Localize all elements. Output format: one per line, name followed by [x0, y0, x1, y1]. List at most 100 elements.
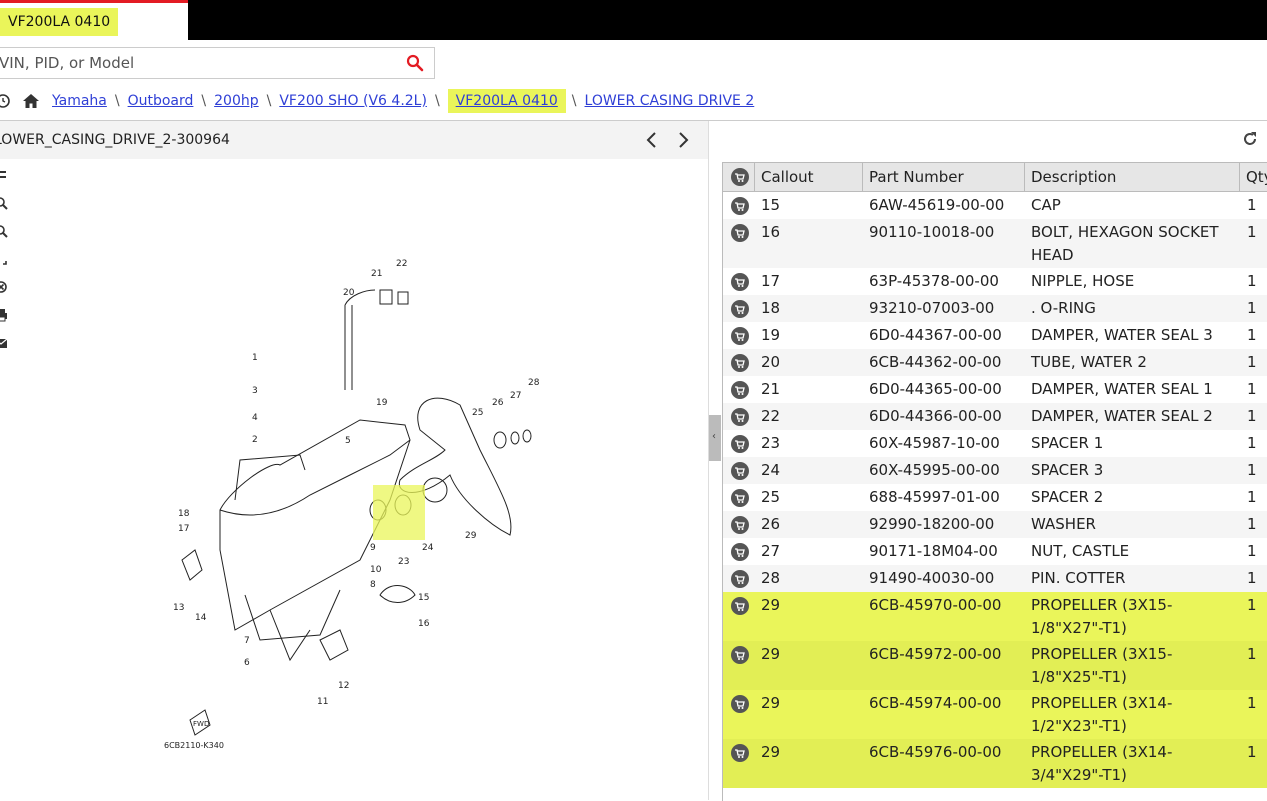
table-row[interactable]: 29 6CB-45970-00-00 PROPELLER (3X15-1/8"X27…: [723, 592, 1267, 641]
breadcrumb-model[interactable]: VF200LA 0410: [456, 93, 558, 109]
cart-icon[interactable]: [731, 516, 749, 534]
callout-4[interactable]: 4: [252, 413, 258, 423]
cart-icon[interactable]: [731, 462, 749, 480]
print-icon[interactable]: [0, 308, 8, 322]
search-input[interactable]: [0, 48, 394, 78]
callout-29[interactable]: 29: [465, 531, 477, 541]
cart-icon[interactable]: [731, 597, 749, 615]
parts-diagram[interactable]: 1 2 3 4 5 6 7 8 9 10 11 12 13 14 15 16 1…: [160, 250, 580, 760]
callout-24[interactable]: 24: [422, 543, 434, 553]
email-icon[interactable]: [0, 336, 8, 350]
header-description[interactable]: Description: [1025, 163, 1240, 191]
callout-21[interactable]: 21: [371, 269, 382, 279]
reset-icon[interactable]: [0, 280, 8, 294]
table-row[interactable]: 22 6D0-44366-00-00 DAMPER, WATER SEAL 2 1: [723, 403, 1267, 430]
callout-8[interactable]: 8: [370, 580, 376, 590]
cell-part-number: 6CB-45972-00-00: [869, 645, 1002, 663]
breadcrumb-outboard[interactable]: Outboard: [128, 93, 194, 109]
cart-icon[interactable]: [731, 224, 749, 242]
cart-icon[interactable]: [731, 543, 749, 561]
search-icon[interactable]: [406, 54, 424, 72]
menu-icon[interactable]: [0, 168, 8, 182]
home-icon[interactable]: [22, 93, 40, 109]
cell-description: WASHER: [1031, 515, 1096, 533]
breadcrumb-lower-casing[interactable]: LOWER CASING DRIVE 2: [585, 93, 755, 109]
callout-25[interactable]: 25: [472, 408, 483, 418]
cart-icon[interactable]: [731, 646, 749, 664]
zoom-out-icon[interactable]: [0, 224, 8, 238]
callout-3[interactable]: 3: [252, 386, 258, 396]
callout-18[interactable]: 18: [178, 509, 190, 519]
cell-callout: 24: [761, 461, 781, 479]
callout-27[interactable]: 27: [510, 391, 521, 401]
table-row[interactable]: 29 6CB-45972-00-00 PROPELLER (3X15-1/8"X25…: [723, 641, 1267, 690]
table-row[interactable]: 28 91490-40030-00 PIN. COTTER 1: [723, 565, 1267, 592]
table-row[interactable]: 23 60X-45987-10-00 SPACER 1 1: [723, 430, 1267, 457]
cart-icon[interactable]: [731, 300, 749, 318]
zoom-in-icon[interactable]: [0, 196, 8, 210]
cart-icon[interactable]: [731, 381, 749, 399]
callout-10[interactable]: 10: [370, 565, 382, 575]
callout-2[interactable]: 2: [252, 435, 258, 445]
callout-14[interactable]: 14: [195, 613, 207, 623]
table-row[interactable]: 17 63P-45378-00-00 NIPPLE, HOSE 1: [723, 268, 1267, 295]
cell-description: PROPELLER (3X15-1/8"X27"-T1): [1031, 596, 1173, 637]
callout-26[interactable]: 26: [492, 398, 504, 408]
breadcrumb-yamaha[interactable]: Yamaha: [52, 93, 107, 109]
header-callout[interactable]: Callout: [755, 163, 863, 191]
cart-icon[interactable]: [731, 570, 749, 588]
header-qty[interactable]: Qty: [1240, 163, 1267, 191]
callout-13[interactable]: 13: [173, 603, 184, 613]
table-row[interactable]: 25 688-45997-01-00 SPACER 2 1: [723, 484, 1267, 511]
cell-description: DAMPER, WATER SEAL 3: [1031, 326, 1213, 344]
fit-icon[interactable]: [0, 252, 8, 266]
table-row[interactable]: 19 6D0-44367-00-00 DAMPER, WATER SEAL 3 1: [723, 322, 1267, 349]
cart-icon[interactable]: [731, 408, 749, 426]
table-row[interactable]: 29 6CB-45976-00-00 PROPELLER (3X14-3/4"X29…: [723, 739, 1267, 788]
table-row[interactable]: 18 93210-07003-00 . O-RING 1: [723, 295, 1267, 322]
chevron-right-icon[interactable]: [674, 130, 692, 150]
cart-icon[interactable]: [731, 744, 749, 762]
cart-icon[interactable]: [731, 273, 749, 291]
callout-17[interactable]: 17: [178, 524, 189, 534]
cart-icon[interactable]: [731, 435, 749, 453]
callout-16[interactable]: 16: [418, 619, 430, 629]
table-row[interactable]: 26 92990-18200-00 WASHER 1: [723, 511, 1267, 538]
table-row[interactable]: 20 6CB-44362-00-00 TUBE, WATER 2 1: [723, 349, 1267, 376]
callout-1[interactable]: 1: [252, 353, 258, 363]
breadcrumb-200hp[interactable]: 200hp: [214, 93, 258, 109]
callout-7[interactable]: 7: [244, 636, 250, 646]
callout-6[interactable]: 6: [244, 658, 250, 668]
callout-22[interactable]: 22: [396, 259, 407, 269]
callout-19[interactable]: 19: [376, 398, 388, 408]
cell-callout: 15: [761, 196, 781, 214]
table-row[interactable]: 27 90171-18M04-00 NUT, CASTLE 1: [723, 538, 1267, 565]
callout-11[interactable]: 11: [317, 697, 328, 707]
cart-icon[interactable]: [731, 197, 749, 215]
callout-23[interactable]: 23: [398, 557, 409, 567]
table-row[interactable]: 29 6CB-45974-00-00 PROPELLER (3X14-1/2"X23…: [723, 690, 1267, 739]
table-row[interactable]: 16 90110-10018-00 BOLT, HEXAGON SOCKET HEA…: [723, 219, 1267, 268]
breadcrumb-vf200-sho[interactable]: VF200 SHO (V6 4.2L): [279, 93, 427, 109]
callout-12[interactable]: 12: [338, 681, 349, 691]
chevron-left-icon[interactable]: [643, 130, 661, 150]
cell-description: TUBE, WATER 2: [1031, 353, 1147, 371]
table-row[interactable]: 15 6AW-45619-00-00 CAP 1: [723, 192, 1267, 219]
callout-5[interactable]: 5: [345, 436, 351, 446]
callout-15[interactable]: 15: [418, 593, 429, 603]
table-row[interactable]: 24 60X-45995-00-00 SPACER 3 1: [723, 457, 1267, 484]
refresh-icon[interactable]: [1241, 130, 1259, 148]
table-row[interactable]: 21 6D0-44365-00-00 DAMPER, WATER SEAL 1 1: [723, 376, 1267, 403]
header-part-number[interactable]: Part Number: [863, 163, 1025, 191]
cart-icon[interactable]: [731, 489, 749, 507]
callout-28[interactable]: 28: [528, 378, 540, 388]
callout-9[interactable]: 9: [370, 543, 376, 553]
cart-icon[interactable]: [731, 354, 749, 372]
cart-icon[interactable]: [731, 168, 749, 186]
panel-splitter[interactable]: ‹: [709, 415, 721, 461]
model-tab[interactable]: VF200LA 0410: [0, 0, 188, 40]
history-icon[interactable]: [0, 93, 12, 109]
cart-icon[interactable]: [731, 327, 749, 345]
callout-20[interactable]: 20: [343, 288, 355, 298]
cart-icon[interactable]: [731, 695, 749, 713]
